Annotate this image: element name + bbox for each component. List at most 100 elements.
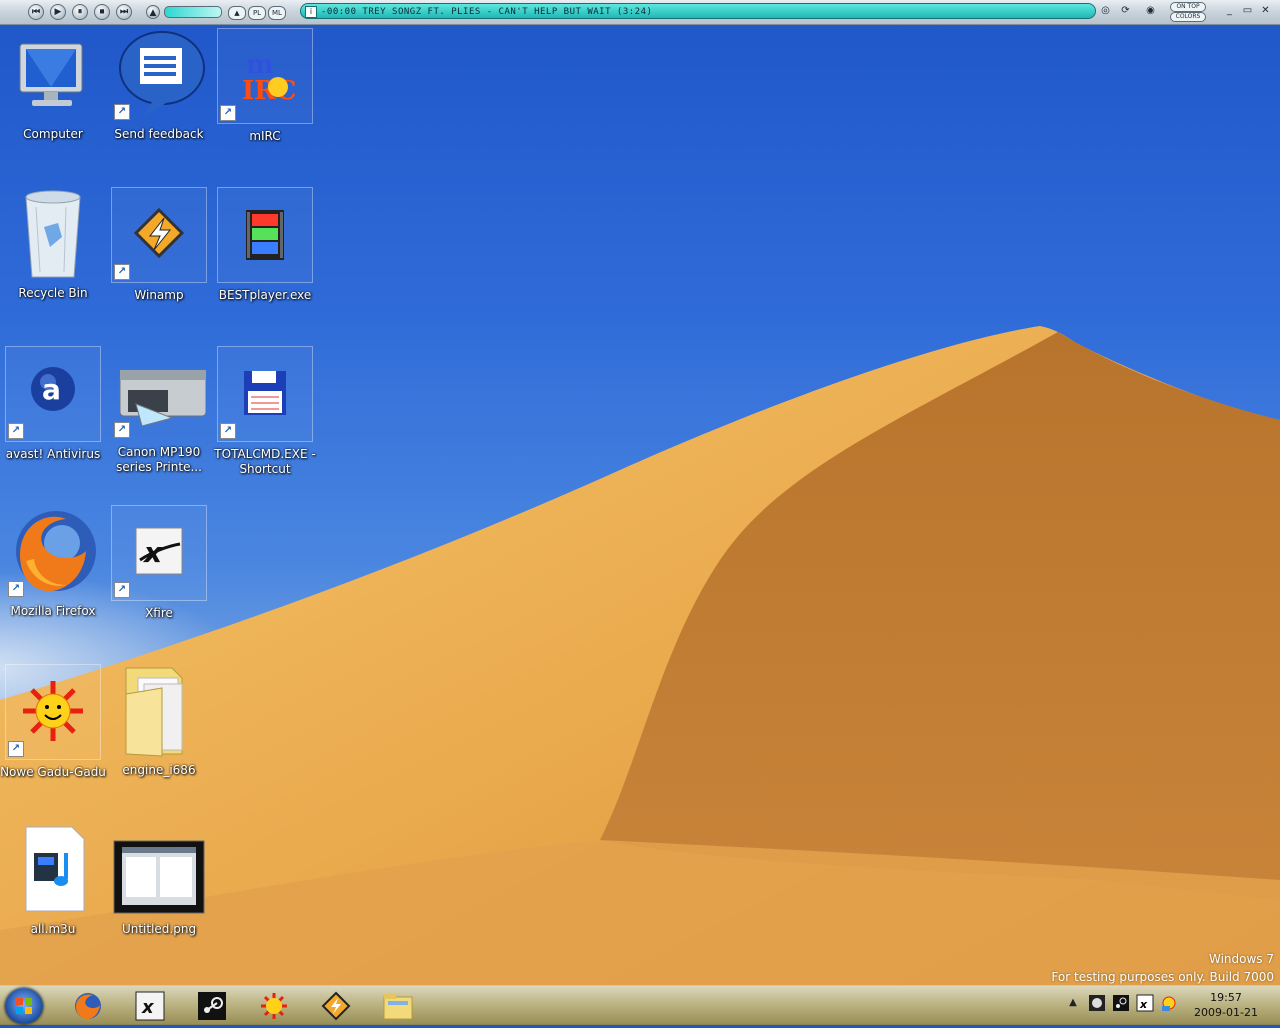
steam-tray-icon[interactable]	[1112, 994, 1130, 1012]
winamp-window-bar: ⏮ ▶ ⏸ ⏹ ⏭ ▲ ▲ PL ML -00:00 TREY SONGZ FT…	[0, 0, 1280, 25]
printer-icon: ↗	[112, 346, 207, 440]
floppy-disk-icon: ↗	[217, 346, 313, 442]
now-playing-display[interactable]: -00:00 TREY SONGZ FT. PLIES - CAN'T HELP…	[300, 3, 1096, 19]
shortcut-arrow-icon: ↗	[114, 264, 130, 280]
playlist-toggle-button[interactable]: PL	[248, 6, 266, 20]
folder-icon	[112, 664, 206, 758]
shuffle-icon[interactable]: ⟳	[1118, 3, 1133, 18]
info-icon[interactable]: i	[305, 6, 317, 18]
windows-build-watermark: Windows 7 For testing purposes only. Bui…	[1051, 950, 1274, 986]
close-icon[interactable]: ✕	[1258, 3, 1273, 18]
svg-text:a: a	[42, 373, 61, 406]
firefox-icon	[75, 993, 101, 1020]
shortcut-arrow-icon: ↗	[114, 422, 130, 438]
winamp-icon	[321, 991, 351, 1021]
desktop-icon-mirc[interactable]: mIRC ↗ mIRC	[212, 28, 318, 144]
taskbar-steam[interactable]	[190, 990, 234, 1022]
system-clock[interactable]: 19:57 2009-01-21	[1186, 990, 1266, 1020]
media-library-toggle-button[interactable]: ML	[268, 6, 286, 20]
desktop-icon-send-feedback[interactable]: ↗ Send feedback	[106, 28, 212, 142]
desktop-icon-label: Send feedback	[114, 127, 204, 141]
taskbar-winamp[interactable]	[314, 990, 358, 1022]
desktop-icon-label: Mozilla Firefox	[10, 604, 96, 618]
desktop-icon-label: Canon MP190 series Printe...	[116, 445, 202, 474]
steam-icon	[198, 992, 226, 1020]
visualizer-icon[interactable]: ◎	[1098, 3, 1113, 18]
image-thumbnail-icon	[112, 823, 206, 917]
desktop-icon-label: TOTALCMD.EXE - Shortcut	[214, 447, 316, 476]
start-button[interactable]	[5, 988, 43, 1024]
desktop-icon-computer[interactable]: Computer	[0, 28, 106, 142]
film-strip-icon	[217, 187, 313, 283]
gadu-gadu-sun-icon: ↗	[5, 664, 101, 760]
desktop-icon-label: engine_i686	[122, 763, 196, 777]
svg-text:x: x	[1139, 998, 1148, 1011]
on-top-button[interactable]: ON TOP	[1170, 2, 1206, 12]
toggle-icon[interactable]: ▲	[228, 6, 246, 20]
desktop-icon-label: Xfire	[145, 606, 173, 620]
desktop-icon-recycle-bin[interactable]: Recycle Bin	[0, 187, 106, 301]
gadu-tray-icon[interactable]	[1160, 994, 1178, 1012]
shortcut-arrow-icon: ↗	[220, 105, 236, 121]
taskbar-firefox[interactable]	[66, 990, 110, 1022]
desktop-icon-canon-printer[interactable]: ↗ Canon MP190 series Printe...	[106, 346, 212, 475]
eject-icon[interactable]: ▲	[146, 5, 160, 19]
winamp-tray-icon[interactable]	[1088, 994, 1106, 1012]
taskbar-xfire[interactable]: x	[128, 990, 172, 1022]
clock-time: 19:57	[1210, 991, 1242, 1004]
desktop-icon-all-m3u[interactable]: all.m3u	[0, 823, 106, 937]
desktop-icon-label: Untitled.png	[121, 922, 197, 936]
shortcut-arrow-icon: ↗	[8, 581, 24, 597]
restore-icon[interactable]: ▭	[1240, 3, 1255, 18]
minimize-icon[interactable]: _	[1222, 3, 1237, 18]
desktop-icon-firefox[interactable]: ↗ Mozilla Firefox	[0, 505, 106, 619]
clock-date: 2009-01-21	[1194, 1006, 1258, 1019]
explorer-icon	[383, 994, 413, 1020]
pause-button[interactable]: ⏸	[72, 4, 88, 20]
desktop-icon-label: BESTplayer.exe	[218, 288, 312, 302]
recycle-bin-icon	[6, 187, 100, 281]
shortcut-arrow-icon: ↗	[114, 104, 130, 120]
taskbar-explorer[interactable]	[376, 990, 420, 1022]
track-title-text: -00:00 TREY SONGZ FT. PLIES - CAN'T HELP…	[321, 7, 653, 17]
desktop-icon-bestplayer[interactable]: BESTplayer.exe	[212, 187, 318, 303]
colors-button[interactable]: COLORS	[1170, 12, 1206, 22]
taskbar: x ▲ x 19:57 2009-01-21	[0, 985, 1280, 1025]
desktop-icon-label: all.m3u	[30, 922, 76, 936]
desktop-icon-avast[interactable]: a ↗ avast! Antivirus	[0, 346, 106, 462]
desktop-icon-label: avast! Antivirus	[5, 447, 101, 461]
svg-text:x: x	[141, 997, 155, 1018]
computer-icon	[6, 28, 100, 122]
shortcut-arrow-icon: ↗	[8, 423, 24, 439]
desktop-icon-totalcmd[interactable]: ↗ TOTALCMD.EXE - Shortcut	[212, 346, 318, 477]
play-button[interactable]: ▶	[50, 4, 66, 20]
volume-slider[interactable]	[164, 6, 222, 18]
desktop-icon-engine-folder[interactable]: engine_i686	[106, 664, 212, 778]
watermark-os-name: Windows 7	[1208, 952, 1274, 966]
winamp-bolt-icon: ↗	[111, 187, 207, 283]
avast-icon: a ↗	[5, 346, 101, 442]
desktop-icon-label: Nowe Gadu-Gadu	[0, 765, 106, 779]
gadu-gadu-icon	[261, 993, 287, 1019]
taskbar-gadu-gadu[interactable]	[252, 990, 296, 1022]
eq-icon[interactable]: ◉	[1143, 3, 1158, 18]
xfire-tray-icon[interactable]: x	[1136, 994, 1154, 1012]
desktop-icon-label: mIRC	[249, 129, 281, 143]
desktop-icon-untitled-png[interactable]: Untitled.png	[106, 823, 212, 937]
desktop-icon-gadu-gadu[interactable]: ↗ Nowe Gadu-Gadu	[0, 664, 106, 780]
stop-button[interactable]: ⏹	[94, 4, 110, 20]
windows-logo-icon	[16, 998, 32, 1014]
desktop-icon-winamp[interactable]: ↗ Winamp	[106, 187, 212, 303]
xfire-icon: x ↗	[111, 505, 207, 601]
desktop-icon-label: Recycle Bin	[18, 286, 88, 300]
next-track-button[interactable]: ⏭	[116, 4, 132, 20]
shortcut-arrow-icon: ↗	[220, 423, 236, 439]
desktop-icon-label: Winamp	[134, 288, 184, 302]
firefox-icon: ↗	[6, 505, 100, 599]
desktop-icon-xfire[interactable]: x ↗ Xfire	[106, 505, 212, 621]
shortcut-arrow-icon: ↗	[114, 582, 130, 598]
feedback-bubble-icon: ↗	[112, 28, 206, 122]
previous-track-button[interactable]: ⏮	[28, 4, 44, 20]
show-hidden-icons[interactable]: ▲	[1064, 994, 1082, 1012]
playlist-file-icon	[6, 823, 100, 917]
